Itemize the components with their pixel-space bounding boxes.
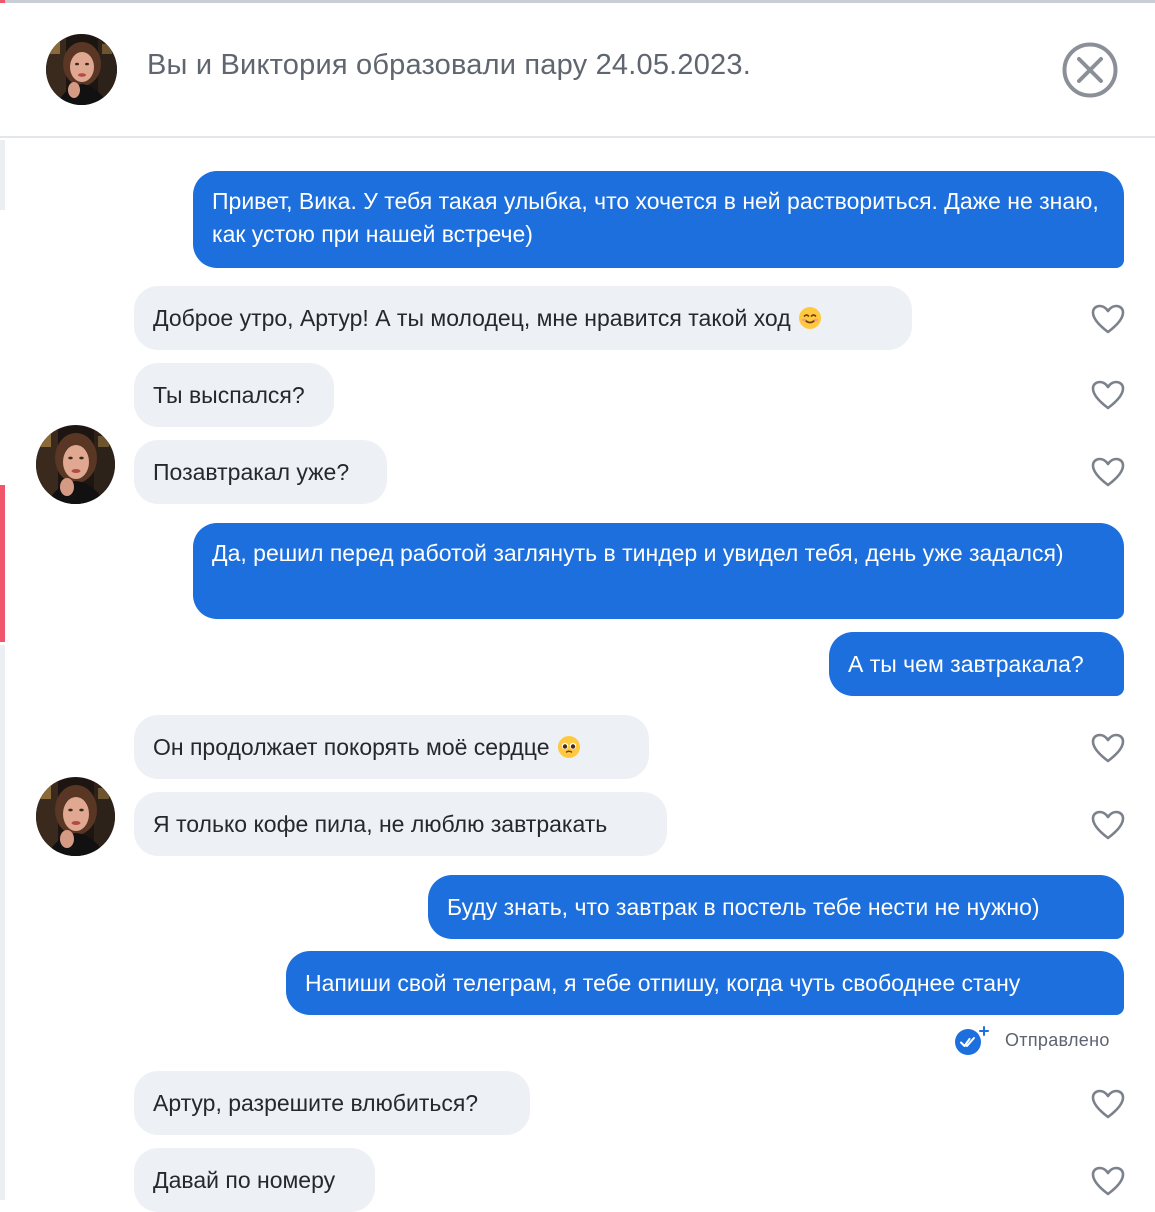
incoming-message[interactable]: Давай по номеру	[134, 1148, 375, 1212]
close-icon[interactable]	[1062, 42, 1118, 98]
outgoing-message[interactable]: Да, решил перед работой заглянуть в тинд…	[193, 523, 1124, 619]
heart-icon[interactable]	[1091, 733, 1125, 763]
heart-icon[interactable]	[1091, 810, 1125, 840]
message-text: Да, решил перед работой заглянуть в тинд…	[212, 540, 1064, 566]
message-text: Он продолжает покорять моё сердце	[153, 733, 550, 760]
message-text: А ты чем завтракала?	[848, 650, 1084, 677]
incoming-message[interactable]: Доброе утро, Артур! А ты молодец, мне нр…	[134, 286, 912, 350]
message-text: Доброе утро, Артур! А ты молодец, мне нр…	[153, 304, 791, 331]
outgoing-message[interactable]: А ты чем завтракала?	[829, 632, 1124, 696]
heart-icon[interactable]	[1091, 380, 1125, 410]
heart-icon[interactable]	[1091, 1089, 1125, 1119]
message-text: Привет, Вика. У тебя такая улыбка, что х…	[212, 188, 1099, 247]
message-text: Давай по номеру	[153, 1166, 336, 1193]
avatar[interactable]	[36, 777, 115, 856]
avatar[interactable]	[36, 425, 115, 504]
incoming-message[interactable]: Он продолжает покорять моё сердце	[134, 715, 649, 779]
sent-label: Отправлено	[1005, 1029, 1110, 1050]
match-title: Вы и Виктория образовали пару 24.05.2023…	[147, 49, 751, 81]
message-text: Позавтракал уже?	[153, 458, 350, 485]
message-text: Буду знать, что завтрак в постель тебе н…	[447, 893, 1040, 920]
heart-icon[interactable]	[1091, 1166, 1125, 1196]
incoming-message[interactable]: Артур, разрешите влюбиться?	[134, 1071, 530, 1135]
heart-icon[interactable]	[1091, 457, 1125, 487]
message-text: Я только кофе пила, не люблю завтракать	[153, 810, 608, 837]
outgoing-message[interactable]: Буду знать, что завтрак в постель тебе н…	[428, 875, 1124, 939]
pleading-face-icon	[557, 736, 580, 758]
incoming-message[interactable]: Ты выспался?	[134, 363, 334, 427]
message-text: Ты выспался?	[153, 381, 305, 408]
sent-status: Отправлено	[953, 1024, 1110, 1056]
sidebar-edge	[0, 645, 5, 1200]
message-text: Артур, разрешите влюбиться?	[153, 1089, 479, 1116]
accent-strip	[0, 485, 5, 642]
sidebar-edge	[0, 140, 5, 210]
outgoing-message[interactable]: Напиши свой телеграм, я тебе отпишу, ког…	[286, 951, 1124, 1015]
smiling-face-icon	[798, 307, 821, 329]
incoming-message[interactable]: Позавтракал уже?	[134, 440, 387, 504]
double-check-icon	[955, 1026, 989, 1055]
message-text: Напиши свой телеграм, я тебе отпишу, ког…	[305, 969, 1021, 996]
outgoing-message[interactable]: Привет, Вика. У тебя такая улыбка, что х…	[193, 171, 1124, 268]
incoming-message[interactable]: Я только кофе пила, не люблю завтракать	[134, 792, 667, 856]
heart-icon[interactable]	[1091, 304, 1125, 334]
match-header: Вы и Виктория образовали пару 24.05.2023…	[0, 3, 1155, 138]
avatar[interactable]	[46, 34, 117, 105]
